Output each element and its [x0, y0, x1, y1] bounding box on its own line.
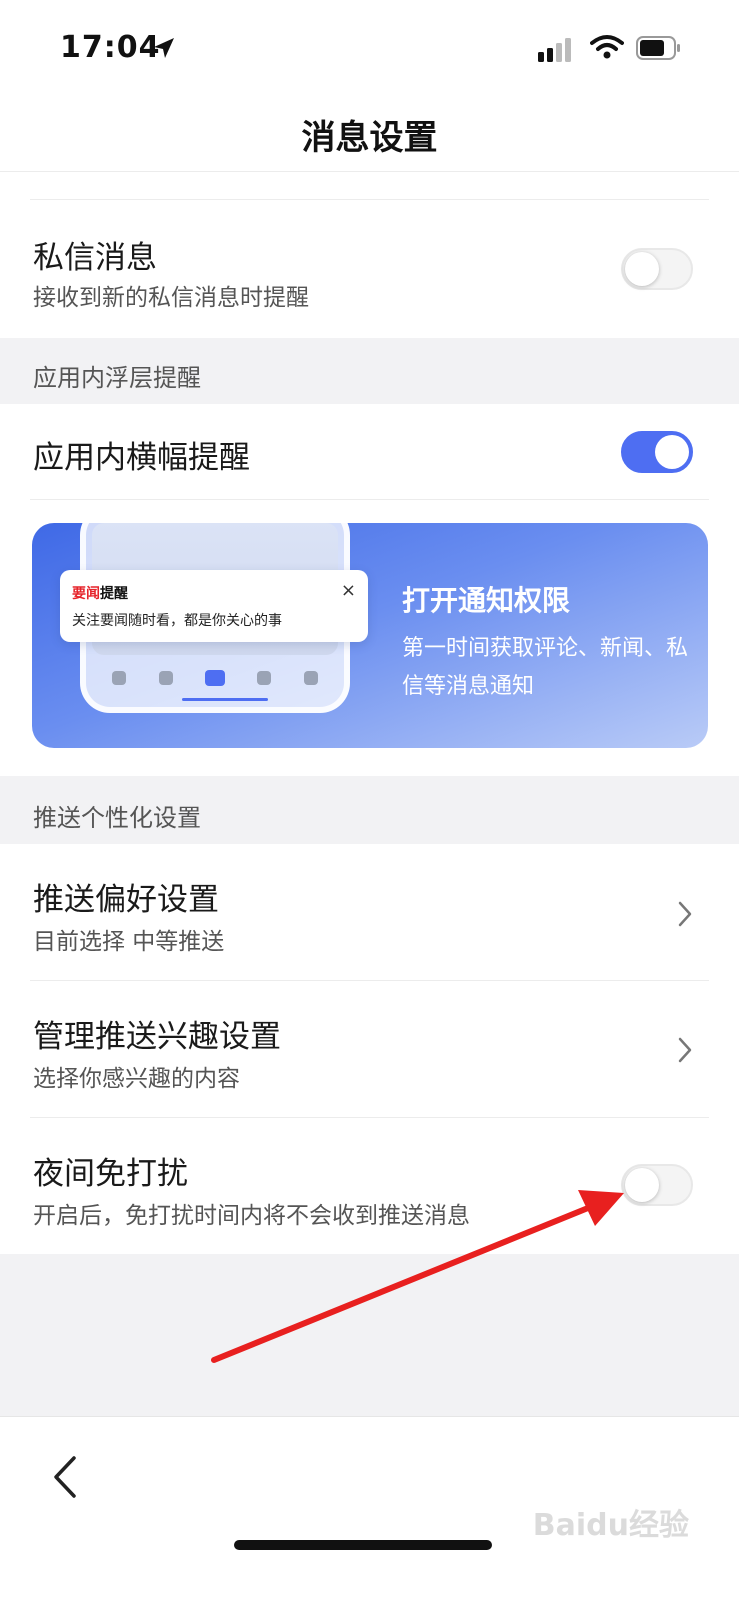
section-header-label: 应用内浮层提醒: [33, 364, 201, 392]
push-panel: 推送偏好设置 目前选择 中等推送 管理推送兴趣设置 选择你感兴趣的内容 夜间免打…: [0, 844, 739, 1254]
close-icon: ×: [340, 580, 356, 601]
location-arrow-icon: [154, 38, 174, 58]
night-mode-subtitle: 开启后，免打扰时间内将不会收到推送消息: [33, 1203, 470, 1229]
dock-home-icon: [112, 671, 127, 685]
manage-interest-subtitle: 选择你感兴趣的内容: [33, 1066, 240, 1092]
private-message-title: 私信消息: [33, 240, 157, 276]
back-arrow-icon[interactable]: [50, 1455, 80, 1499]
divider: [30, 1117, 709, 1118]
night-mode-title: 夜间免打扰: [33, 1156, 188, 1192]
toggle-knob: [655, 435, 689, 469]
dock-video-icon: [158, 671, 173, 685]
manage-interest-title: 管理推送兴趣设置: [33, 1019, 281, 1055]
watermark: Baidu经验: [532, 1508, 689, 1543]
brand-red-text: 要闻: [72, 586, 100, 602]
divider: [30, 499, 709, 500]
status-bar: 17:04: [0, 0, 739, 100]
page-title: 消息设置: [301, 118, 438, 158]
night-mode-toggle[interactable]: [621, 1164, 693, 1206]
divider: [30, 199, 709, 200]
banner-description: 第一时间获取评论、新闻、私信等消息通知: [402, 636, 689, 699]
manage-interest-row[interactable]: 管理推送兴趣设置 选择你感兴趣的内容: [0, 981, 739, 1117]
dock-mic-icon: [204, 670, 225, 686]
private-message-panel: 私信消息 接收到新的私信消息时提醒: [0, 172, 739, 338]
nav-bar: 消息设置: [0, 100, 739, 172]
toggle-knob: [625, 1168, 659, 1202]
dock-profile-icon: [303, 671, 318, 685]
notification-promo-banner[interactable]: 要闻提醒 关注要闻随时看，都是你关心的事 × 打开通知权限 第一时间获取评论、新…: [32, 523, 708, 748]
cellular-signal-icon: [538, 38, 571, 62]
push-preference-row[interactable]: 推送偏好设置 目前选择 中等推送: [0, 844, 739, 980]
dock-chat-icon: [257, 671, 272, 685]
private-message-toggle[interactable]: [621, 248, 693, 290]
home-indicator: [234, 1540, 492, 1550]
toggle-knob: [625, 252, 659, 286]
banner-title: 打开通知权限: [402, 584, 571, 617]
push-preference-title: 推送偏好设置: [33, 882, 219, 918]
sample-notification-card: 要闻提醒 关注要闻随时看，都是你关心的事 ×: [60, 570, 368, 642]
notification-text: 关注要闻随时看，都是你关心的事: [72, 613, 282, 629]
banner-toggle-title: 应用内横幅提醒: [33, 440, 250, 476]
chevron-right-icon: [678, 1037, 692, 1063]
private-message-subtitle: 接收到新的私信消息时提醒: [33, 285, 309, 311]
status-time: 17:04: [60, 30, 161, 65]
in-app-section-header: 应用内浮层提醒: [0, 338, 739, 404]
battery-icon: [636, 36, 680, 60]
phone-home-line: [182, 698, 268, 701]
push-preference-subtitle: 目前选择 中等推送: [33, 929, 225, 955]
section-header-label: 推送个性化设置: [33, 804, 201, 832]
notification-brand: 要闻提醒: [72, 583, 128, 603]
chevron-right-icon: [678, 901, 692, 927]
wifi-icon: [590, 35, 624, 59]
in-app-banner-toggle[interactable]: [621, 431, 693, 473]
push-section-header: 推送个性化设置: [0, 776, 739, 844]
brand-black-text: 提醒: [100, 586, 128, 602]
phone-dock: [96, 663, 334, 693]
